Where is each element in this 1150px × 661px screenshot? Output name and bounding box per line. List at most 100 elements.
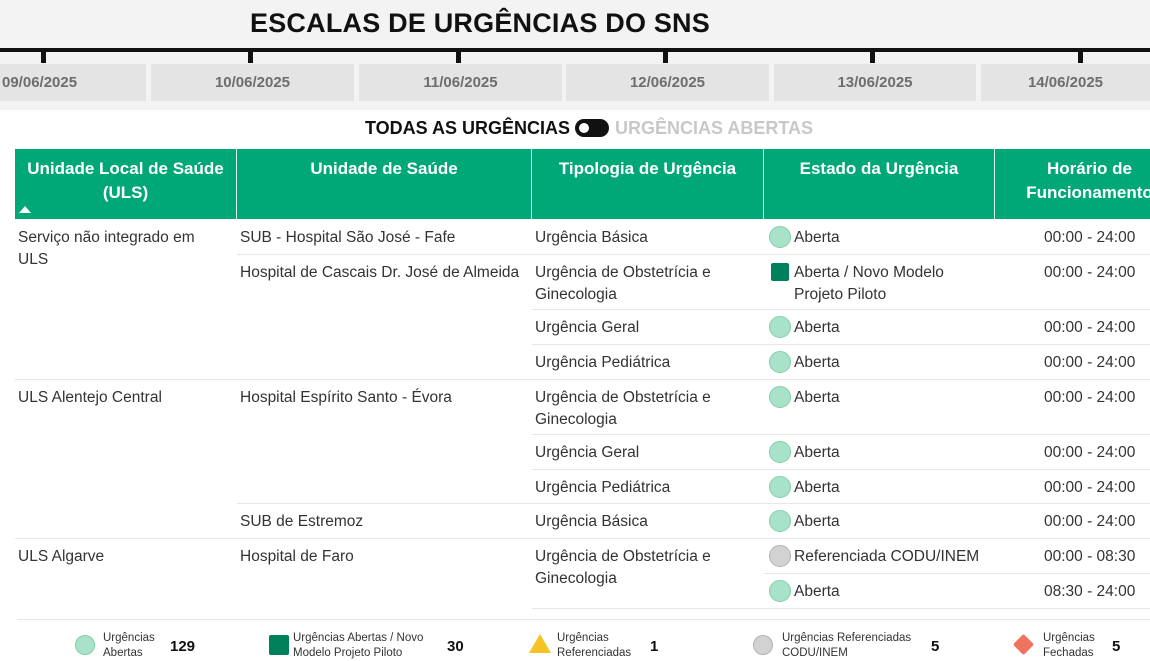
urgencies-table: Unidade Local de Saúde (ULS) Unidade de … bbox=[15, 149, 1150, 617]
timeline-tick bbox=[248, 52, 253, 63]
date-tab-09[interactable]: 09/06/2025 bbox=[0, 64, 146, 101]
legend-label: Urgências Referenciadas CODU/INEM bbox=[782, 632, 912, 659]
column-header-label: Tipologia de Urgência bbox=[558, 159, 737, 178]
grey-circle-icon bbox=[769, 545, 791, 567]
page-title: ESCALAS DE URGÊNCIAS DO SNS bbox=[250, 8, 710, 38]
legend-label: Urgências Abertas bbox=[103, 632, 155, 659]
column-header-label: Estado da Urgência bbox=[799, 159, 959, 178]
cell-type: Urgência Geral bbox=[535, 444, 640, 461]
date-label: 14/06/2025 bbox=[1027, 74, 1104, 91]
date-label: 12/06/2025 bbox=[629, 74, 706, 91]
cell-hours: 00:00 - 24:00 bbox=[1044, 229, 1136, 246]
legend-label: Urgências Abertas / Novo Modelo Projeto … bbox=[293, 632, 424, 659]
cell-hours: 00:00 - 24:00 bbox=[1044, 513, 1136, 530]
cell-hours: 00:00 - 24:00 bbox=[1044, 479, 1136, 496]
legend-label: Urgências Fechadas bbox=[1043, 632, 1095, 659]
closed-diamond-icon bbox=[1012, 633, 1035, 656]
row-divider bbox=[15, 379, 1150, 380]
column-header-type[interactable]: Tipologia de Urgência bbox=[532, 149, 764, 219]
cell-type: Urgência de Obstetrícia e Ginecologia bbox=[535, 548, 711, 587]
cell-status: Aberta bbox=[794, 229, 840, 246]
table-header: Unidade Local de Saúde (ULS) Unidade de … bbox=[15, 149, 1150, 219]
date-tab-12[interactable]: 12/06/2025 bbox=[566, 64, 769, 101]
sort-ascending-icon bbox=[19, 206, 31, 213]
row-divider bbox=[532, 309, 1150, 310]
date-tab-11[interactable]: 11/06/2025 bbox=[359, 64, 562, 101]
date-tab-10[interactable]: 10/06/2025 bbox=[151, 64, 354, 101]
timeline-bar bbox=[0, 48, 1150, 52]
cell-status: Aberta bbox=[794, 389, 840, 406]
legend-count: 129 bbox=[170, 638, 196, 655]
cell-uls: ULS Alentejo Central bbox=[18, 389, 162, 406]
cell-status: Aberta bbox=[794, 319, 840, 336]
row-divider bbox=[532, 344, 1150, 345]
column-header-label: Horário de Funcionamento bbox=[1026, 159, 1150, 202]
row-divider bbox=[532, 469, 1150, 470]
open-circle-icon bbox=[769, 316, 791, 338]
cell-status: Referenciada CODU/INEM bbox=[794, 548, 980, 565]
legend-bar: Urgências Abertas 129 Urgências Abertas … bbox=[17, 619, 1150, 661]
cell-type: Urgência Pediátrica bbox=[535, 354, 671, 371]
timeline-tick bbox=[870, 52, 875, 63]
cell-hours: 00:00 - 24:00 bbox=[1044, 444, 1136, 461]
column-header-unit[interactable]: Unidade de Saúde bbox=[237, 149, 532, 219]
cell-hours: 08:30 - 24:00 bbox=[1044, 583, 1136, 600]
open-circle-icon bbox=[769, 510, 791, 532]
cell-unit: Hospital de Cascais Dr. José de Almeida bbox=[240, 264, 520, 281]
legend-count: 5 bbox=[931, 638, 940, 655]
cell-status: Aberta bbox=[794, 354, 840, 371]
open-circle-icon bbox=[769, 580, 791, 602]
cell-hours: 00:00 - 08:30 bbox=[1044, 548, 1136, 565]
cell-hours: 00:00 - 24:00 bbox=[1044, 264, 1136, 281]
cell-hours: 00:00 - 24:00 bbox=[1044, 319, 1136, 336]
urgency-filter-toggle-row: TODAS AS URGÊNCIAS URGÊNCIAS ABERTAS bbox=[0, 118, 1150, 138]
toggle-knob bbox=[579, 123, 589, 133]
column-header-status[interactable]: Estado da Urgência bbox=[764, 149, 995, 219]
cell-type: Urgência Pediátrica bbox=[535, 479, 671, 496]
timeline-tick bbox=[41, 52, 46, 63]
cell-hours: 00:00 - 24:00 bbox=[1044, 354, 1136, 371]
open-circle-icon bbox=[769, 441, 791, 463]
date-label: 11/06/2025 bbox=[423, 74, 498, 91]
legend-count: 5 bbox=[1112, 638, 1121, 655]
cell-uls: Serviço não integrado em ULS bbox=[18, 229, 195, 268]
all-urgencies-label[interactable]: TODAS AS URGÊNCIAS bbox=[365, 118, 570, 139]
row-divider bbox=[532, 434, 1150, 435]
date-label: 09/06/2025 bbox=[2, 74, 78, 91]
pilot-square-icon bbox=[269, 635, 289, 655]
date-label: 10/06/2025 bbox=[214, 74, 291, 91]
timeline-tick bbox=[456, 52, 461, 63]
cell-unit: SUB - Hospital São José - Fafe bbox=[240, 229, 456, 246]
open-circle-icon bbox=[769, 351, 791, 373]
row-divider bbox=[237, 503, 1150, 504]
column-header-label: Unidade de Saúde bbox=[310, 159, 458, 178]
row-divider bbox=[237, 254, 1150, 255]
cell-unit: Hospital Espírito Santo - Évora bbox=[240, 389, 452, 406]
cell-type: Urgência Básica bbox=[535, 229, 648, 246]
grey-circle-icon bbox=[753, 635, 773, 655]
date-tab-13[interactable]: 13/06/2025 bbox=[774, 64, 976, 101]
warning-triangle-icon bbox=[529, 634, 551, 653]
cell-uls: ULS Algarve bbox=[18, 548, 105, 565]
timeline-tick bbox=[663, 52, 668, 63]
open-circle-icon bbox=[769, 476, 791, 498]
timeline-tick bbox=[1078, 52, 1083, 63]
cell-hours: 00:00 - 24:00 bbox=[1044, 389, 1136, 406]
legend-label: Urgências Referenciadas bbox=[557, 632, 632, 659]
open-circle-icon bbox=[769, 386, 791, 408]
column-header-uls[interactable]: Unidade Local de Saúde (ULS) bbox=[15, 149, 237, 219]
cell-unit: Hospital de Faro bbox=[240, 548, 354, 565]
row-divider bbox=[532, 608, 1150, 609]
legend-count: 30 bbox=[447, 638, 464, 655]
date-label: 13/06/2025 bbox=[837, 74, 913, 91]
row-divider bbox=[15, 538, 1150, 539]
cell-status: Aberta bbox=[794, 513, 840, 530]
date-tab-14[interactable]: 14/06/2025 bbox=[981, 64, 1150, 101]
column-header-hours[interactable]: Horário de Funcionamento bbox=[995, 149, 1150, 219]
legend-count: 1 bbox=[650, 638, 659, 655]
cell-type: Urgência de Obstetrícia e Ginecologia bbox=[535, 264, 711, 303]
filter-toggle-switch[interactable] bbox=[575, 119, 609, 137]
cell-unit: SUB de Estremoz bbox=[240, 513, 364, 530]
open-urgencies-label[interactable]: URGÊNCIAS ABERTAS bbox=[615, 118, 813, 139]
open-circle-icon bbox=[75, 635, 95, 655]
